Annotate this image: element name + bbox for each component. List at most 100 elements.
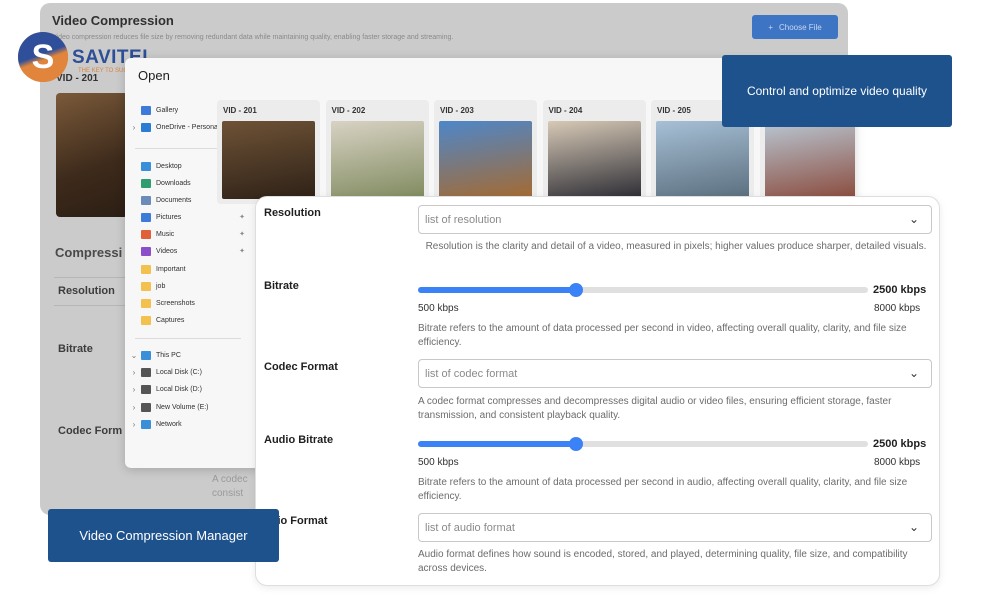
nav-item-label: Important (156, 265, 186, 273)
chevron-right-icon[interactable]: › (129, 123, 139, 132)
pin-icon: ✦ (239, 214, 245, 221)
chevron-down-icon: ⌄ (908, 520, 919, 534)
audio-format-description: Audio format defines how sound is encode… (418, 549, 908, 574)
desktop-icon (141, 161, 151, 171)
codec-format-label: Codec Format (264, 361, 338, 373)
codec-format-select[interactable]: list of codec format ⌄ (418, 359, 932, 388)
pin-icon: ✦ (239, 231, 245, 238)
nav-item-label: job (156, 282, 166, 290)
codec-format-description: A codec format compresses and decompress… (418, 396, 892, 421)
plus-icon: + (768, 22, 773, 32)
audio-format-select[interactable]: list of audio format ⌄ (418, 513, 932, 542)
resolution-description: Resolution is the clarity and detail of … (425, 241, 927, 252)
background-label-codec: Codec Form (58, 425, 123, 437)
background-codec-desc-1: A codec (212, 474, 248, 485)
bitrate-value: 2500 kbps (873, 284, 927, 296)
divider (54, 305, 134, 306)
pin-icon: ✦ (239, 248, 245, 255)
compression-settings-panel: Resolution list of resolution ⌄ Resoluti… (255, 196, 940, 586)
choose-file-label: Choose File (778, 22, 822, 32)
nav-item-label: Captures (156, 316, 185, 324)
nav-item-label: Music (156, 230, 175, 238)
nav-item-label: Screenshots (156, 299, 195, 307)
video-icon (141, 246, 151, 256)
bitrate-slider[interactable] (418, 283, 868, 297)
folder-icon (141, 315, 151, 325)
nav-item-label: Local Disk (C:) (156, 368, 202, 376)
nav-item[interactable]: Videos ✦ (129, 243, 249, 259)
bitrate-slider-fill (418, 287, 576, 293)
video-label: VID - 201 (223, 106, 257, 115)
video-label: VID - 202 (331, 106, 366, 115)
callout-compression-manager: Video Compression Manager (48, 509, 279, 562)
nav-item[interactable]: job (129, 278, 249, 294)
chevron-right-icon[interactable]: › (129, 420, 139, 429)
folder-icon (141, 281, 151, 291)
nav-item-label: Local Disk (D:) (156, 385, 202, 393)
nav-item-label: Documents (156, 196, 192, 204)
divider (135, 338, 241, 339)
chevron-right-icon[interactable]: › (129, 368, 139, 377)
video-thumbnail (222, 121, 315, 199)
bitrate-description: Bitrate refers to the amount of data pro… (418, 323, 907, 348)
nav-item-label: Downloads (156, 179, 191, 187)
nav-item[interactable]: › Local Disk (C:) (129, 364, 249, 380)
video-card[interactable]: VID - 204 (542, 100, 646, 204)
music-icon (141, 229, 151, 239)
bitrate-slider-thumb[interactable] (568, 283, 583, 297)
nav-item[interactable]: ⌄ This PC (129, 347, 249, 363)
cloud-icon (141, 122, 151, 132)
audio-bitrate-max: 8000 kbps (874, 457, 921, 468)
chevron-down-icon: ⌄ (908, 366, 919, 380)
bitrate-max: 8000 kbps (874, 303, 921, 314)
video-card[interactable]: VID - 203 (434, 100, 537, 204)
document-icon (141, 195, 151, 205)
nav-item[interactable]: Captures (129, 312, 249, 328)
bitrate-label: Bitrate (264, 280, 299, 292)
video-thumbnail (656, 121, 749, 199)
callout-control-quality: Control and optimize video quality (722, 55, 952, 127)
nav-item-label: OneDrive - Persona (156, 123, 218, 131)
resolution-placeholder: list of resolution (425, 214, 502, 226)
audio-bitrate-slider-thumb[interactable] (568, 437, 583, 451)
chevron-right-icon[interactable]: › (129, 403, 139, 412)
nav-item-label: This PC (156, 351, 181, 359)
bitrate-min: 500 kbps (418, 303, 459, 314)
resolution-select[interactable]: list of resolution ⌄ (418, 205, 932, 234)
background-video-thumbnail (56, 93, 128, 217)
gallery-icon (141, 105, 151, 115)
choose-file-button[interactable]: + Choose File (752, 15, 838, 39)
chevron-right-icon[interactable]: › (129, 385, 139, 394)
nav-item[interactable]: › Local Disk (D:) (129, 381, 249, 397)
audio-format-placeholder: list of audio format (425, 522, 515, 534)
video-thumbnail (439, 121, 532, 199)
nav-item-label: New Volume (E:) (156, 403, 209, 411)
nav-item[interactable]: Screenshots (129, 295, 249, 311)
video-card[interactable]: VID - 201 (217, 100, 320, 204)
chevron-right-icon[interactable]: ⌄ (129, 351, 139, 360)
video-thumbnail (547, 121, 641, 199)
nav-item[interactable]: › Network (129, 416, 249, 432)
nav-item-label: Pictures (156, 213, 182, 221)
video-thumbnail (330, 121, 424, 199)
nav-item-label: Network (156, 420, 182, 428)
folder-icon (141, 264, 151, 274)
audio-bitrate-label: Audio Bitrate (264, 434, 334, 446)
background-label-bitrate: Bitrate (58, 343, 93, 355)
codec-format-placeholder: list of codec format (425, 368, 518, 380)
audio-bitrate-description: Bitrate refers to the amount of data pro… (418, 477, 908, 502)
video-label: VID - 203 (440, 106, 474, 115)
nav-item[interactable]: Music ✦ (129, 226, 249, 242)
video-thumbnail (764, 121, 855, 199)
audio-bitrate-slider[interactable] (418, 437, 868, 451)
audio-bitrate-slider-fill (418, 441, 576, 447)
picture-icon (141, 212, 151, 222)
nav-item[interactable]: Important (129, 261, 249, 277)
resolution-label: Resolution (264, 207, 321, 219)
nav-item-label: Desktop (156, 162, 182, 170)
video-label: VID - 204 (548, 106, 583, 115)
nav-item-label: Videos (156, 247, 178, 255)
nav-item[interactable]: › New Volume (E:) (129, 399, 249, 415)
nav-item[interactable]: Pictures ✦ (129, 209, 249, 225)
video-card[interactable]: VID - 202 (325, 100, 429, 204)
